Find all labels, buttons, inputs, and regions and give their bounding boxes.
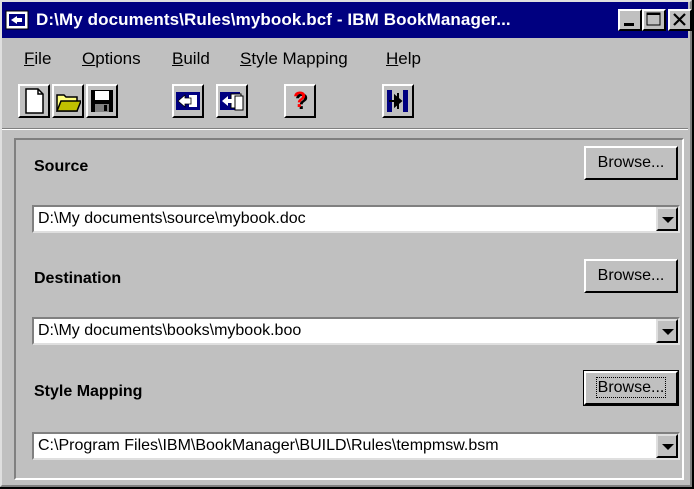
minimize-button[interactable] bbox=[618, 9, 642, 31]
style-mapping-path-value[interactable]: C:\Program Files\IBM\BookManager\BUILD\R… bbox=[38, 437, 499, 455]
destination-combobox[interactable]: D:\My documents\books\mybook.boo bbox=[32, 317, 680, 345]
source-dropdown-button[interactable] bbox=[656, 207, 678, 231]
source-combobox[interactable]: D:\My documents\source\mybook.doc bbox=[32, 205, 680, 233]
help-button[interactable]: ? ? bbox=[284, 84, 316, 118]
style-mapping-browse-label: Browse... bbox=[595, 377, 667, 398]
open-button[interactable] bbox=[52, 84, 84, 118]
destination-browse-button[interactable]: Browse... bbox=[584, 259, 678, 293]
run-build-icon bbox=[387, 90, 408, 112]
main-panel bbox=[14, 138, 684, 480]
menu-help[interactable]: Help bbox=[386, 49, 421, 69]
title-bar[interactable]: D:\My documents\Rules\mybook.bcf - IBM B… bbox=[2, 2, 692, 38]
run-build-button[interactable] bbox=[382, 84, 414, 118]
new-button[interactable] bbox=[18, 84, 50, 118]
source-browse-button[interactable]: Browse... bbox=[584, 146, 678, 180]
window-title: D:\My documents\Rules\mybook.bcf - IBM B… bbox=[36, 10, 511, 29]
application-window: D:\My documents\Rules\mybook.bcf - IBM B… bbox=[0, 0, 694, 489]
maximize-icon bbox=[646, 12, 661, 26]
back-arrow-icon bbox=[176, 92, 200, 110]
svg-text:?: ? bbox=[293, 87, 306, 112]
menu-bar: File Options Build Style Mapping Help bbox=[2, 40, 688, 74]
menu-options[interactable]: Options bbox=[82, 49, 141, 69]
menu-style-mapping[interactable]: Style Mapping bbox=[240, 49, 348, 69]
copy-pages-icon bbox=[220, 92, 244, 111]
style-mapping-combobox[interactable]: C:\Program Files\IBM\BookManager\BUILD\R… bbox=[32, 432, 680, 460]
menu-build[interactable]: Build bbox=[172, 49, 210, 69]
chevron-down-icon bbox=[662, 329, 674, 335]
close-button[interactable] bbox=[668, 9, 692, 31]
destination-label: Destination bbox=[34, 270, 122, 287]
source-browse-label: Browse... bbox=[597, 154, 665, 171]
copy-button[interactable] bbox=[216, 84, 248, 118]
destination-dropdown-button[interactable] bbox=[656, 319, 678, 343]
back-button[interactable] bbox=[172, 84, 204, 118]
style-mapping-dropdown-button[interactable] bbox=[656, 434, 678, 458]
app-icon[interactable] bbox=[5, 8, 31, 32]
source-path-value[interactable]: D:\My documents\source\mybook.doc bbox=[38, 210, 306, 228]
maximize-button[interactable] bbox=[642, 9, 666, 31]
style-mapping-label: Style Mapping bbox=[34, 383, 143, 400]
help-question-icon: ? ? bbox=[293, 87, 308, 114]
save-button[interactable] bbox=[86, 84, 118, 118]
toolbar: ? ? bbox=[2, 78, 688, 126]
chevron-down-icon bbox=[662, 217, 674, 223]
style-mapping-browse-button[interactable]: Browse... bbox=[583, 370, 679, 406]
menu-file[interactable]: File bbox=[24, 49, 51, 69]
open-folder-icon bbox=[55, 94, 81, 112]
destination-path-value[interactable]: D:\My documents\books\mybook.boo bbox=[38, 322, 301, 340]
toolbar-separator bbox=[2, 128, 688, 130]
minimize-icon bbox=[624, 23, 634, 26]
close-icon bbox=[673, 13, 686, 26]
destination-browse-label: Browse... bbox=[597, 267, 665, 284]
source-label: Source bbox=[34, 158, 89, 175]
chevron-down-icon bbox=[662, 444, 674, 450]
new-document-icon bbox=[25, 88, 44, 114]
save-disk-icon bbox=[91, 90, 113, 112]
